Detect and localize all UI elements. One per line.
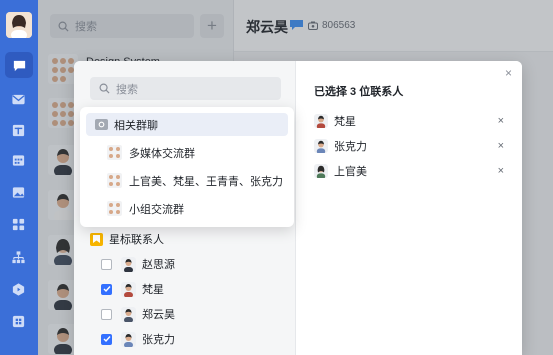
doc-icon[interactable] <box>10 122 27 139</box>
contact-row[interactable]: 郑云昊 <box>101 304 175 324</box>
group-avatar <box>107 145 122 160</box>
selected-contact-name: 梵星 <box>334 116 356 128</box>
group-name: 小组交流群 <box>129 203 184 216</box>
contact-row[interactable]: 赵思源 <box>101 254 175 274</box>
org-icon[interactable] <box>10 249 27 266</box>
contact-checkbox[interactable] <box>101 308 112 320</box>
contact-name: 张克力 <box>142 334 175 346</box>
remove-icon[interactable]: × <box>498 140 504 152</box>
group-item[interactable]: 上官美、梵星、王青青、张克力 <box>86 169 288 192</box>
mail-icon[interactable] <box>10 91 27 108</box>
contact-checkbox-checked[interactable] <box>101 283 112 295</box>
selected-contacts-pane: × 已选择 3 位联系人 梵星 × 张克力 × 上官美 × <box>296 61 522 355</box>
group-item[interactable]: 小组交流群 <box>86 197 288 220</box>
apps-icon[interactable] <box>10 216 27 233</box>
contact-name: 梵星 <box>142 284 164 296</box>
search-icon <box>99 83 110 94</box>
group-chat-icon <box>95 119 108 130</box>
selected-count-title: 已选择 3 位联系人 <box>314 86 404 98</box>
contact-avatar <box>121 256 136 272</box>
group-item[interactable]: 多媒体交流群 <box>86 141 288 164</box>
calendar-icon[interactable] <box>10 152 27 169</box>
checkmark-icon <box>103 286 111 293</box>
user-avatar[interactable] <box>6 12 32 38</box>
contact-avatar <box>121 281 136 297</box>
group-name: 多媒体交流群 <box>129 147 195 160</box>
starred-contacts-label: 星标联系人 <box>109 234 164 246</box>
group-avatar <box>107 173 122 188</box>
selected-contact-name: 上官美 <box>334 166 367 178</box>
contact-avatar <box>314 114 328 128</box>
contact-checkbox-checked[interactable] <box>101 333 112 345</box>
contact-row[interactable]: 梵星 <box>101 279 164 299</box>
contact-search-input[interactable]: 搜索 <box>90 77 281 100</box>
checkmark-icon <box>103 336 111 343</box>
contact-avatar <box>121 306 136 322</box>
related-groups-label: 相关群聊 <box>114 119 158 132</box>
contact-checkbox[interactable] <box>101 258 112 270</box>
group-avatar <box>107 201 122 216</box>
contact-name: 郑云昊 <box>142 309 175 321</box>
play-icon[interactable] <box>10 281 27 298</box>
contact-avatar <box>314 139 328 153</box>
contact-avatar <box>121 331 136 347</box>
remove-icon[interactable]: × <box>498 165 504 177</box>
selected-contact-row: 张克力 × <box>314 137 504 155</box>
grid-icon[interactable] <box>10 313 27 330</box>
selected-contact-row: 上官美 × <box>314 162 504 180</box>
remove-icon[interactable]: × <box>498 115 504 127</box>
selected-contact-name: 张克力 <box>334 141 367 153</box>
related-groups-dropdown: 相关群聊 多媒体交流群 上官美、梵星、王青青、张克力 小组交流群 <box>80 107 294 227</box>
star-bookmark-icon <box>90 232 103 246</box>
chat-icon[interactable] <box>5 52 33 78</box>
close-icon[interactable]: × <box>505 66 512 80</box>
related-groups-header[interactable]: 相关群聊 <box>86 113 288 136</box>
contact-row[interactable]: 张克力 <box>101 329 175 349</box>
contact-name: 赵思源 <box>142 259 175 271</box>
group-name: 上官美、梵星、王青青、张克力 <box>129 175 283 188</box>
starred-contacts-section[interactable]: 星标联系人 <box>90 231 164 247</box>
app-sidebar <box>0 0 38 355</box>
selected-contact-row: 梵星 × <box>314 112 504 130</box>
search-placeholder: 搜索 <box>116 83 138 96</box>
contact-avatar <box>314 164 328 178</box>
image-icon[interactable] <box>10 184 27 201</box>
